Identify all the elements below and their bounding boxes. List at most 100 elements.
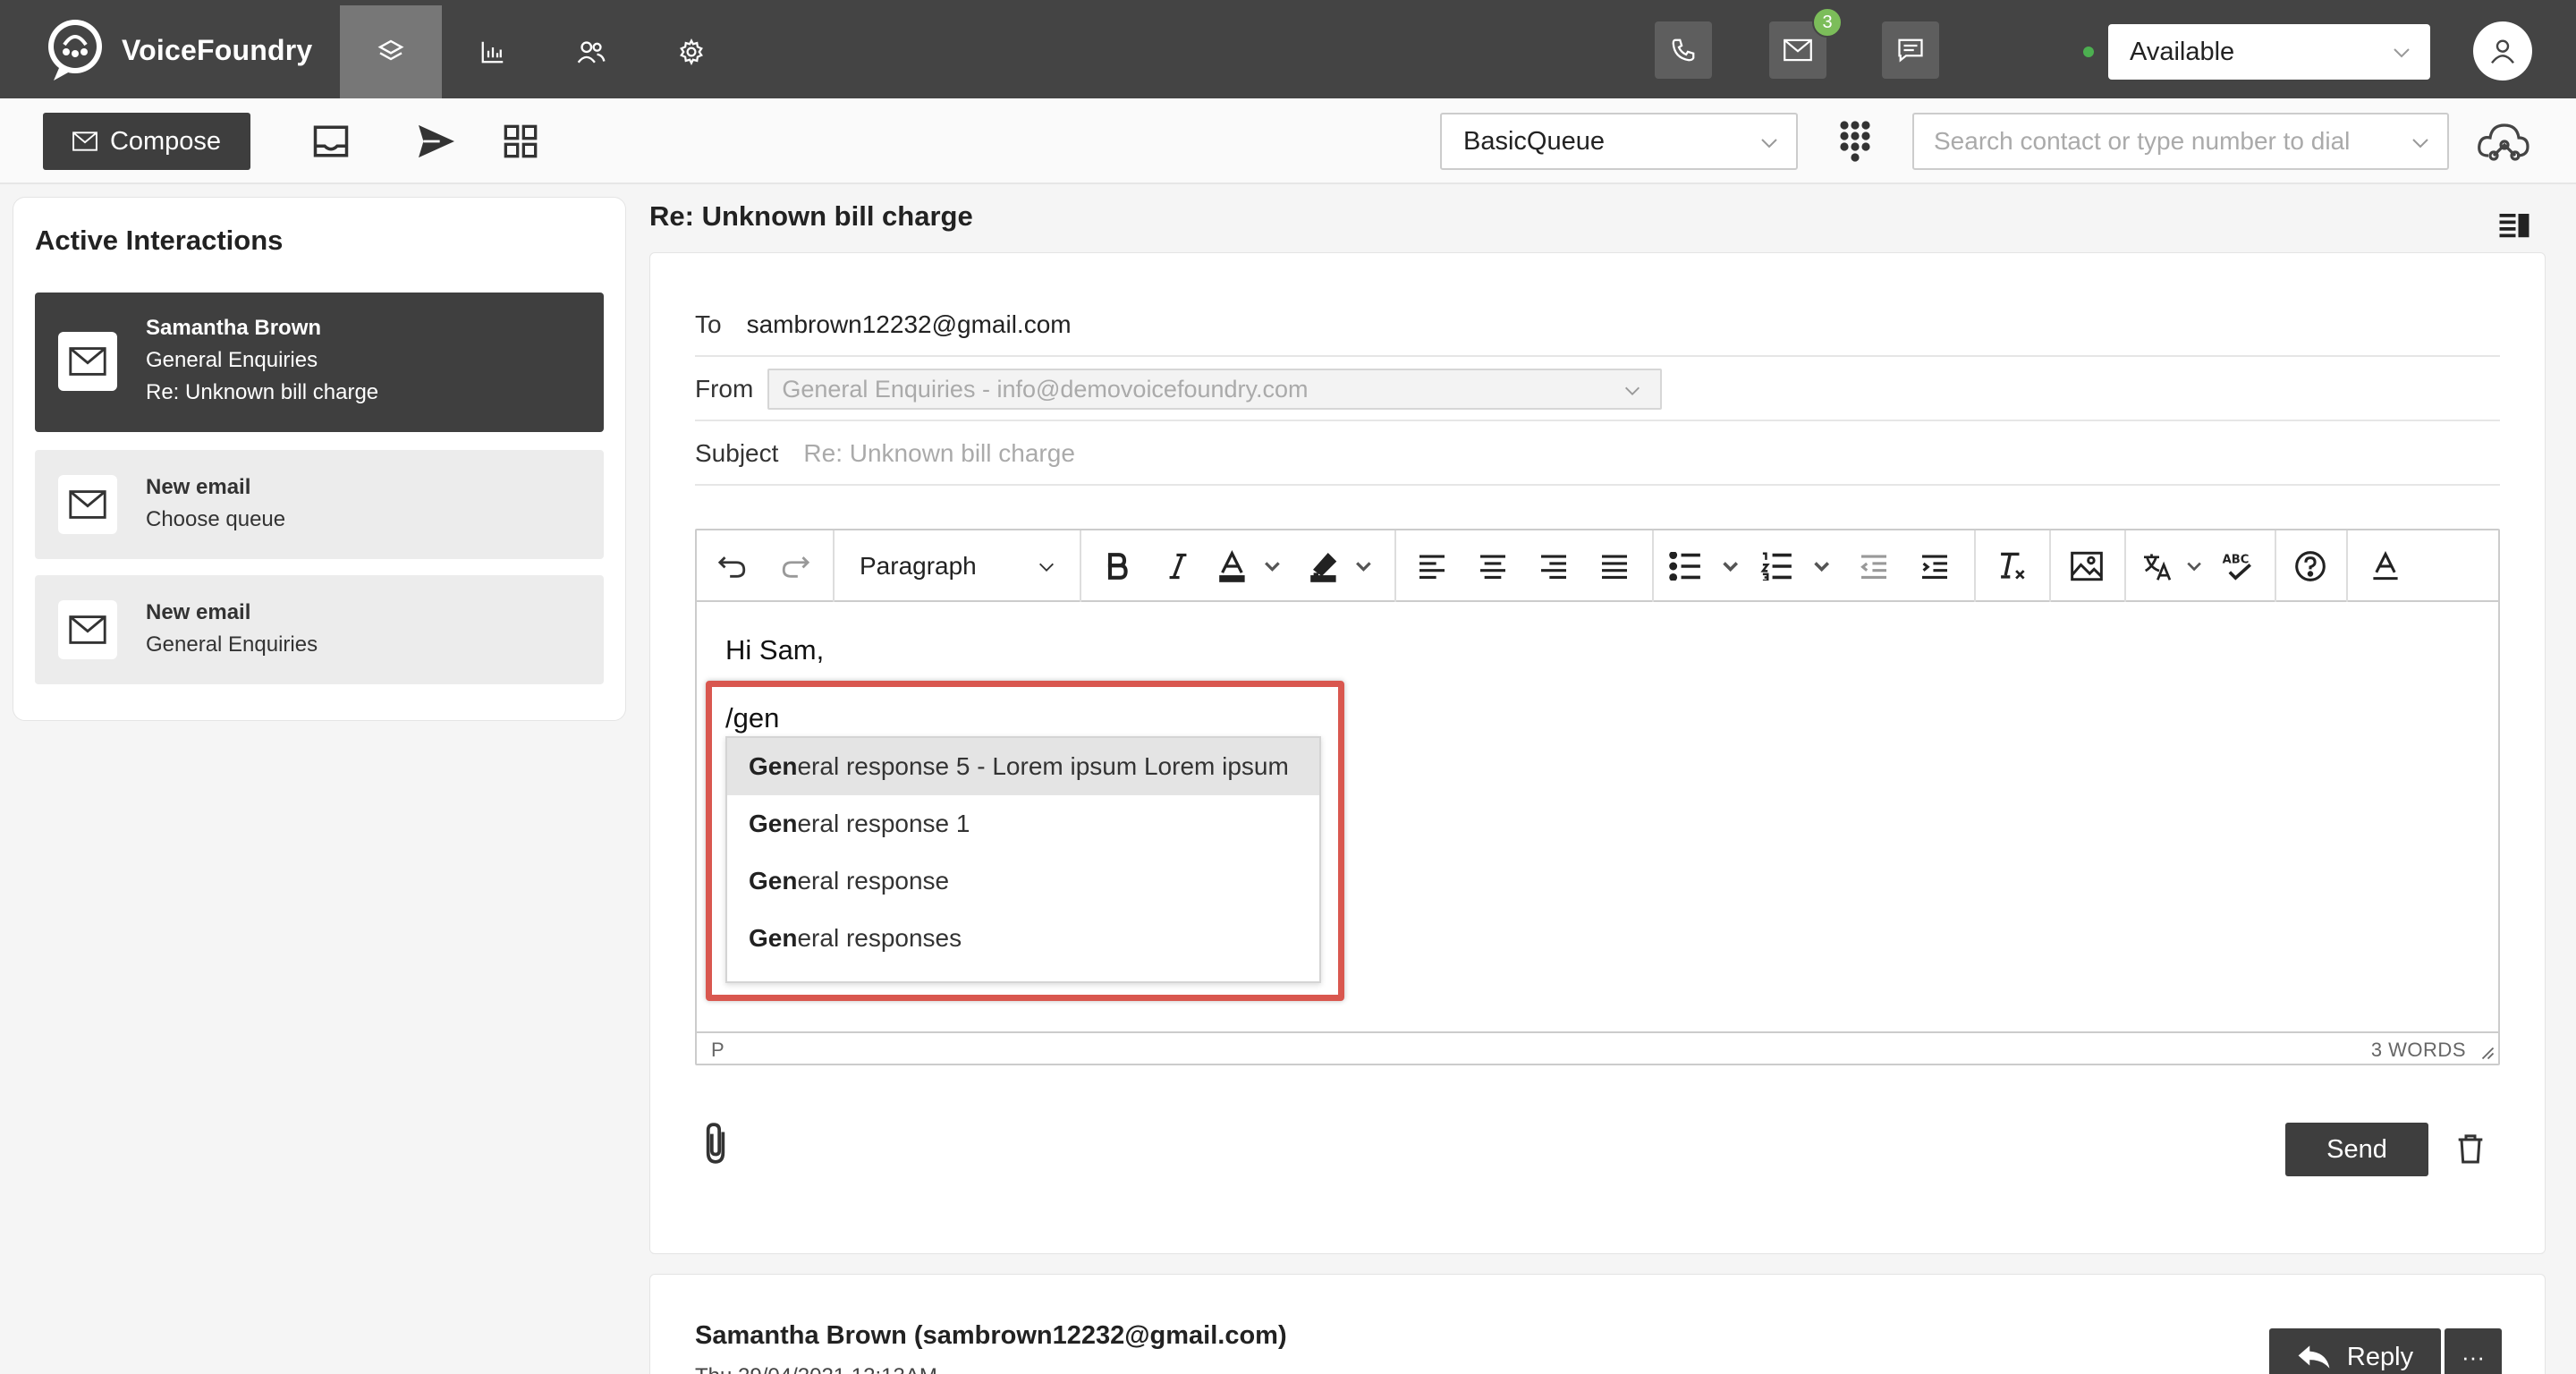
interaction-card[interactable]: Samantha Brown General Enquiries Re: Unk…: [35, 293, 604, 432]
more-options-button[interactable]: ···: [2445, 1328, 2502, 1374]
sent-button[interactable]: [413, 118, 460, 165]
chat-button[interactable]: [1882, 21, 1939, 79]
autocomplete-item[interactable]: Gen eral responses: [727, 910, 1319, 967]
paperclip-icon: [706, 1123, 725, 1164]
app-logo[interactable]: VoiceFoundry: [41, 18, 312, 82]
autocomplete-item[interactable]: Gen eral response 1: [727, 795, 1319, 852]
clear-format-icon: [2001, 552, 2025, 580]
autocomplete-item[interactable]: Gen eral response 5 - Lorem ipsum Lorem i…: [727, 738, 1319, 795]
insert-image-button[interactable]: [2067, 547, 2106, 586]
align-center-button[interactable]: [1473, 547, 1513, 586]
body-line-greeting: Hi Sam,: [725, 634, 825, 666]
from-select[interactable]: General Enquiries - info@demovoicefoundr…: [767, 369, 1663, 410]
user-avatar[interactable]: [2473, 21, 2532, 81]
redo-button[interactable]: [775, 547, 815, 586]
bullet-list-button[interactable]: [1666, 547, 1747, 586]
queue-select[interactable]: BasicQueue: [1440, 113, 1798, 170]
block-format-select[interactable]: Paragraph: [838, 547, 1071, 586]
templates-button[interactable]: [497, 118, 544, 165]
align-right-button[interactable]: [1534, 547, 1573, 586]
user-icon: [2491, 39, 2514, 64]
align-left-button[interactable]: [1412, 547, 1452, 586]
top-bar: VoiceFoundry 3 Available: [0, 0, 2576, 98]
redo-icon: [782, 556, 810, 578]
nav-settings[interactable]: [640, 5, 742, 98]
highlight-color-button[interactable]: [1305, 547, 1380, 586]
mail-icon: [1784, 38, 1812, 62]
chevron-down-icon: [2412, 139, 2428, 148]
agent-status-select[interactable]: Available: [2108, 24, 2430, 80]
action-bar: Compose BasicQueue Search contact or typ…: [0, 98, 2576, 184]
mail-icon: [58, 475, 117, 534]
element-path[interactable]: P: [711, 1039, 724, 1062]
italic-button[interactable]: [1158, 547, 1198, 586]
indent-button[interactable]: [1915, 547, 1954, 586]
svg-text:ABC: ABC: [2223, 554, 2250, 567]
undo-button[interactable]: [713, 547, 752, 586]
compose-label: Compose: [109, 126, 222, 156]
bold-button[interactable]: [1097, 547, 1137, 586]
body-line-slash-command: /gen: [725, 702, 780, 734]
outdent-button[interactable]: [1854, 547, 1894, 586]
dial-search-input[interactable]: Search contact or type number to dial: [1912, 113, 2449, 170]
chevron-down-icon: [1039, 563, 1054, 572]
queue-value: BasicQueue: [1463, 126, 1605, 156]
nav-interactions[interactable]: [340, 5, 442, 98]
to-field[interactable]: sambrown12232@gmail.com: [747, 310, 1072, 339]
interaction-name: New email: [146, 475, 251, 499]
interaction-card[interactable]: New email General Enquiries: [35, 575, 604, 684]
agent-status-value: Available: [2130, 37, 2235, 66]
editor-content[interactable]: Hi Sam, /gen Gen eral response 5 - Lorem …: [697, 602, 2498, 1031]
gear-icon: [680, 38, 703, 65]
interaction-card[interactable]: New email Choose queue: [35, 450, 604, 559]
italic-icon: [1169, 553, 1187, 580]
spellcheck-button[interactable]: ABC: [2217, 547, 2257, 586]
help-icon: [2295, 551, 2326, 581]
layout-toggle-button[interactable]: [2497, 211, 2531, 238]
translate-icon: [2144, 554, 2201, 581]
resize-handle-icon[interactable]: [2479, 1044, 2495, 1060]
phone-button[interactable]: [1655, 21, 1712, 79]
discard-button[interactable]: [2457, 1133, 2484, 1164]
send-icon: [419, 124, 454, 158]
interaction-name: New email: [146, 600, 251, 624]
align-center-icon: [1480, 555, 1505, 579]
dialpad-button[interactable]: [1834, 116, 1877, 166]
from-label: From: [695, 375, 754, 403]
mail-icon: [58, 600, 117, 659]
numbered-list-button[interactable]: [1758, 547, 1838, 586]
side-panel-icon: [2499, 214, 2529, 238]
nav-reports[interactable]: [442, 5, 544, 98]
chevron-down-icon: [2394, 48, 2410, 58]
translate-button[interactable]: [2139, 547, 2210, 586]
compose-button[interactable]: Compose: [43, 113, 250, 170]
text-color-button[interactable]: [1214, 547, 1289, 586]
panel-title: Active Interactions: [35, 225, 284, 256]
justify-button[interactable]: [1595, 547, 1634, 586]
chevron-down-icon: [1761, 139, 1777, 148]
inbox-icon: [313, 125, 349, 157]
grid-icon: [504, 124, 538, 158]
interaction-queue: General Enquiries: [146, 632, 318, 657]
nav-contacts[interactable]: [540, 5, 642, 98]
connection-button[interactable]: [2474, 116, 2531, 170]
clear-format-button[interactable]: [1992, 547, 2031, 586]
subject-field[interactable]: Re: Unknown bill charge: [803, 439, 1075, 468]
autocomplete-item[interactable]: Gen eral response: [727, 852, 1319, 910]
interaction-name: Samantha Brown: [146, 316, 322, 340]
interaction-queue: General Enquiries: [146, 348, 318, 372]
logo-icon: [48, 20, 102, 81]
mail-icon: [72, 131, 97, 151]
editor-statusbar: P 3 WORDS: [697, 1031, 2498, 1064]
justify-icon: [1602, 555, 1627, 579]
reply-button[interactable]: Reply: [2269, 1328, 2441, 1374]
undo-icon: [717, 556, 746, 578]
help-button[interactable]: [2291, 547, 2330, 586]
font-color-button[interactable]: [2366, 547, 2405, 586]
trash-icon: [2458, 1134, 2483, 1164]
attach-button[interactable]: [702, 1121, 729, 1166]
send-button[interactable]: Send: [2285, 1123, 2428, 1176]
to-row: To sambrown12232@gmail.com: [695, 294, 2500, 357]
inbox-button[interactable]: [308, 118, 354, 165]
highlighter-icon: [1310, 553, 1371, 582]
